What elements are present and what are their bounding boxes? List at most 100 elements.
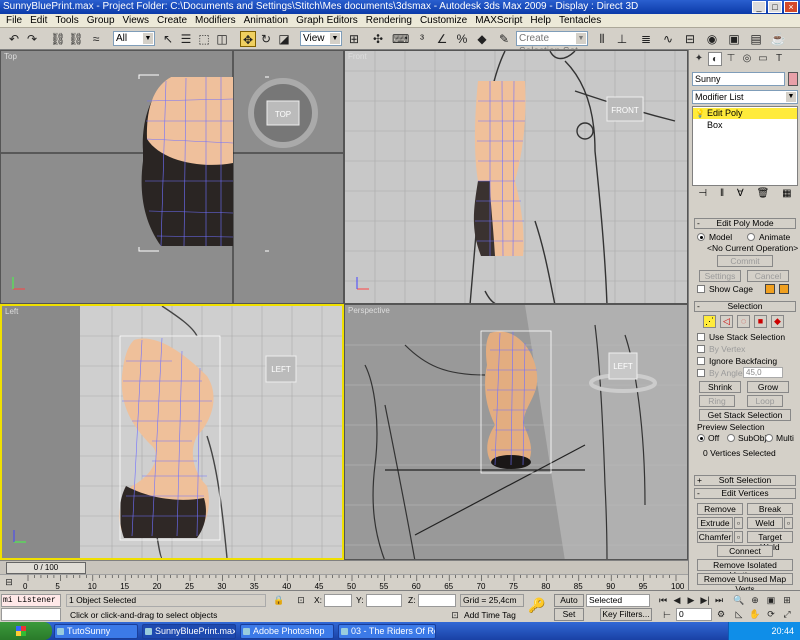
y-coordinate-field[interactable] bbox=[366, 594, 402, 607]
menu-group[interactable]: Group bbox=[83, 14, 119, 27]
use-stack-selection-checkbox[interactable] bbox=[697, 333, 705, 341]
align-icon[interactable]: ⊥ bbox=[614, 31, 630, 47]
curve-editor-icon[interactable]: ∿ bbox=[660, 31, 676, 47]
weld-button[interactable]: Weld bbox=[747, 517, 783, 529]
modifier-list-dropdown[interactable]: Modifier List ▼ bbox=[692, 90, 798, 104]
selection-filter-dropdown[interactable]: All ▼ bbox=[113, 31, 155, 46]
rendered-frame-icon[interactable]: ▤ bbox=[748, 31, 764, 47]
maxscript-listener-field[interactable]: mi Listener bbox=[1, 594, 61, 607]
lightbulb-icon[interactable]: 💡 bbox=[695, 108, 705, 119]
viewcube-label[interactable]: FRONT bbox=[611, 106, 639, 115]
connect-button[interactable]: Connect bbox=[717, 545, 773, 557]
select-and-move-icon[interactable]: ✥ bbox=[240, 31, 256, 47]
select-and-manipulate-icon[interactable]: ✣ bbox=[370, 31, 386, 47]
configure-modifier-sets-icon[interactable]: ▦ bbox=[782, 188, 791, 202]
viewport-top[interactable]: Top TOP bbox=[0, 50, 344, 304]
zoom-all-icon[interactable]: ⊕ bbox=[748, 594, 762, 606]
viewport-perspective[interactable]: Perspective LEFT bbox=[344, 304, 688, 560]
menu-modifiers[interactable]: Modifiers bbox=[191, 14, 240, 27]
start-button[interactable] bbox=[0, 622, 52, 640]
by-vertex-checkbox[interactable] bbox=[697, 345, 705, 353]
viewcube-label[interactable]: TOP bbox=[275, 110, 291, 119]
break-button[interactable]: Break bbox=[747, 503, 793, 515]
commit-button[interactable]: Commit bbox=[717, 255, 773, 267]
preview-subobj-radio[interactable] bbox=[727, 434, 735, 442]
grow-button[interactable]: Grow bbox=[747, 381, 789, 393]
bind-to-space-warp-icon[interactable]: ≈ bbox=[88, 31, 104, 47]
maxscript-listener-output[interactable] bbox=[1, 608, 61, 621]
minimize-button[interactable]: _ bbox=[752, 1, 766, 13]
menu-file[interactable]: File bbox=[2, 14, 26, 27]
menu-maxscript[interactable]: MAXScript bbox=[471, 14, 526, 27]
display-tab-icon[interactable]: ▭ bbox=[756, 52, 770, 66]
make-unique-icon[interactable]: ∀ bbox=[737, 188, 744, 202]
model-radio[interactable] bbox=[697, 233, 705, 241]
extrude-button[interactable]: Extrude bbox=[697, 517, 733, 529]
element-mode-icon[interactable]: ◆ bbox=[771, 315, 784, 328]
task-photoshop[interactable]: Adobe Photoshop bbox=[240, 624, 334, 639]
ignore-backfacing-checkbox[interactable] bbox=[697, 357, 705, 365]
schematic-view-icon[interactable]: ⊟ bbox=[682, 31, 698, 47]
angle-spinner[interactable]: 45,0 bbox=[743, 367, 783, 378]
viewport-left[interactable]: Left LEFT bbox=[0, 304, 344, 560]
spinner-snap-icon[interactable]: ◆ bbox=[474, 31, 490, 47]
undo-icon[interactable]: ↶ bbox=[6, 31, 22, 47]
field-of-view-icon[interactable]: ◺ bbox=[732, 608, 746, 620]
maximize-button[interactable]: □ bbox=[768, 1, 782, 13]
auto-key-button[interactable]: Auto Key bbox=[554, 594, 584, 616]
redo-icon[interactable]: ↷ bbox=[24, 31, 40, 47]
motion-tab-icon[interactable]: ◎ bbox=[740, 52, 754, 66]
next-frame-icon[interactable]: ▶| bbox=[698, 594, 712, 606]
keyboard-shortcut-icon[interactable]: ⌨ bbox=[392, 31, 409, 47]
key-mode-dropdown[interactable]: Selected bbox=[586, 594, 650, 607]
select-object-icon[interactable]: ↖ bbox=[160, 31, 176, 47]
remove-isolated-vertices-button[interactable]: Remove Isolated Vertices bbox=[697, 559, 793, 580]
material-editor-icon[interactable]: ◉ bbox=[704, 31, 720, 47]
time-configuration-icon[interactable]: ⚙ bbox=[714, 608, 728, 620]
preview-off-radio[interactable] bbox=[697, 434, 705, 442]
unlink-icon[interactable]: ⛓ bbox=[68, 31, 84, 47]
render-teapot-icon[interactable]: ☕ bbox=[770, 31, 786, 47]
menu-create[interactable]: Create bbox=[153, 14, 191, 27]
cage-selected-color-swatch[interactable] bbox=[779, 284, 789, 294]
viewport-label[interactable]: Perspective bbox=[348, 306, 390, 315]
modify-tab-icon[interactable]: ◐ bbox=[708, 52, 722, 66]
set-key-button[interactable]: Set Key bbox=[554, 608, 584, 630]
time-tag-icon[interactable]: ⊡ bbox=[448, 609, 462, 621]
chamfer-button[interactable]: Chamfer bbox=[697, 531, 733, 543]
layer-manager-icon[interactable]: ≣ bbox=[638, 31, 654, 47]
cancel-button[interactable]: Cancel bbox=[747, 270, 789, 282]
go-to-start-icon[interactable]: ⏮ bbox=[656, 594, 670, 606]
menu-animation[interactable]: Animation bbox=[240, 14, 292, 27]
get-stack-selection-button[interactable]: Get Stack Selection bbox=[699, 409, 791, 421]
menu-rendering[interactable]: Rendering bbox=[362, 14, 416, 27]
task-3dsmax[interactable]: SunnyBluePrint.max ... bbox=[142, 624, 236, 639]
percent-snap-icon[interactable]: % bbox=[454, 31, 470, 47]
set-key-key-icon[interactable]: 🔑 bbox=[528, 598, 545, 612]
render-setup-icon[interactable]: ▣ bbox=[726, 31, 742, 47]
chamfer-settings-icon[interactable]: ▫ bbox=[734, 531, 743, 543]
rollout-selection[interactable]: - Selection bbox=[694, 301, 796, 312]
object-color-swatch[interactable] bbox=[788, 72, 798, 86]
absolute-mode-icon[interactable]: ⊡ bbox=[294, 594, 308, 606]
target-weld-button[interactable]: Target Weld bbox=[747, 531, 793, 552]
pivot-center-icon[interactable]: ⊞ bbox=[346, 31, 362, 47]
select-and-scale-icon[interactable]: ◪ bbox=[276, 31, 292, 47]
viewport-label[interactable]: Left bbox=[5, 307, 18, 316]
extrude-settings-icon[interactable]: ▫ bbox=[734, 517, 743, 529]
rectangular-selection-icon[interactable]: ⬚ bbox=[196, 31, 212, 47]
shrink-button[interactable]: Shrink bbox=[699, 381, 741, 393]
hierarchy-tab-icon[interactable]: ⊤ bbox=[724, 52, 738, 66]
menu-edit[interactable]: Edit bbox=[26, 14, 51, 27]
select-and-link-icon[interactable]: ⛓ bbox=[50, 31, 66, 47]
zoom-icon[interactable]: 🔍 bbox=[732, 594, 746, 606]
viewport-front[interactable]: Front FRONT bbox=[344, 50, 688, 304]
key-filters-button[interactable]: Key Filters... bbox=[600, 608, 652, 621]
rollout-edit-poly-mode[interactable]: - Edit Poly Mode bbox=[694, 218, 796, 229]
utilities-tab-icon[interactable]: T bbox=[772, 52, 786, 66]
lock-selection-icon[interactable]: 🔒 bbox=[272, 594, 286, 606]
zoom-extents-icon[interactable]: ▣ bbox=[764, 594, 778, 606]
rollout-soft-selection[interactable]: + Soft Selection bbox=[694, 475, 796, 486]
remove-modifier-icon[interactable]: 🗑 bbox=[757, 188, 770, 202]
loop-button[interactable]: Loop bbox=[747, 395, 783, 407]
